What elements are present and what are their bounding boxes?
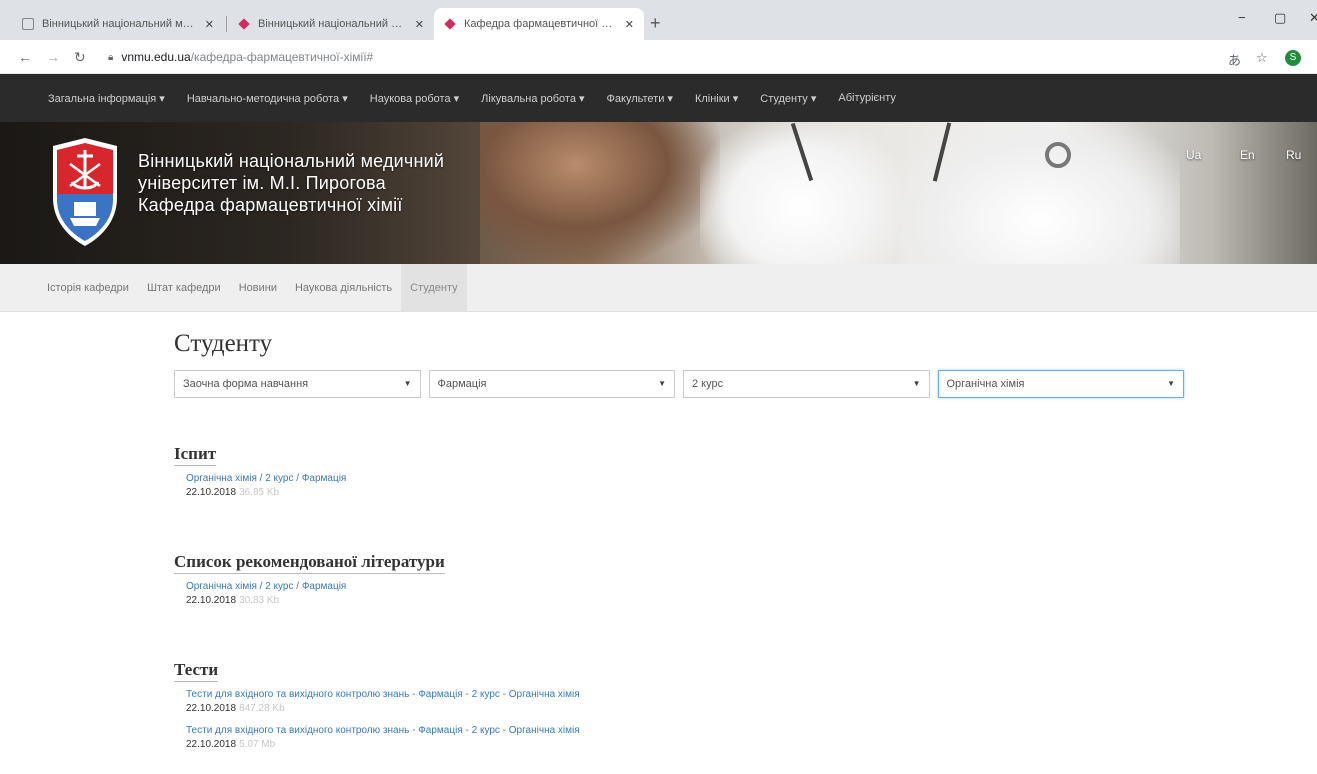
site-banner: Вінницький національний медичний універс… (0, 122, 1317, 264)
document-meta: 22.10.2018 30.83 Kb (186, 594, 445, 608)
close-icon[interactable]: ✕ (415, 18, 424, 31)
document-size: 5.07 Mb (239, 739, 276, 750)
section-tests: Тести Тести для вхідного та вихідного ко… (174, 660, 580, 760)
document-size: 30.83 Kb (239, 595, 280, 606)
translate-icon[interactable]: あ (1228, 50, 1241, 69)
lang-ru[interactable]: Ru (1286, 148, 1301, 162)
subnav-news[interactable]: Новини (230, 264, 286, 311)
url-host: vnmu.edu.ua (121, 50, 191, 64)
url-path: /кафедра-фармацевтичної-хімії# (190, 50, 374, 64)
select-value: Фармація (437, 378, 487, 390)
document-date: 22.10.2018 (186, 595, 237, 606)
lang-ua[interactable]: Ua (1186, 148, 1201, 162)
study-form-select[interactable]: Заочна форма навчання ▼ (174, 370, 421, 398)
site-title-line: Вінницький національний медичний (138, 151, 445, 171)
dropdown-arrow-icon: ▼ (1167, 379, 1175, 388)
department-subnav: Історія кафедри Штат кафедри Новини Наук… (0, 264, 1317, 312)
tab-separator (226, 16, 227, 32)
lock-icon[interactable]: 🔒︎ (108, 52, 113, 63)
nav-students[interactable]: Студенту ▾ (760, 92, 816, 105)
dropdown-arrow-icon: ▼ (658, 379, 666, 388)
nav-clinics[interactable]: Клініки ▾ (695, 92, 738, 105)
tab-title: Вінницький національний медичний універс… (42, 18, 197, 30)
close-icon[interactable]: ✕ (625, 18, 634, 31)
maximize-icon[interactable]: ▢ (1274, 10, 1286, 26)
section-title: Список рекомендованої літератури (174, 552, 445, 574)
subnav-history[interactable]: Історія кафедри (38, 264, 138, 311)
document-link[interactable]: Органічна хімія / 2 курс / Фармація (186, 472, 346, 486)
document-item: Тести для вхідного та вихідного контролю… (186, 724, 580, 752)
browser-toolbar: ← → ↻ 🔒︎ vnmu.edu.ua/кафедра-фармацевтич… (0, 40, 1317, 74)
specialty-select[interactable]: Фармація ▼ (428, 370, 675, 398)
site-favicon-icon (238, 18, 250, 30)
close-window-icon[interactable]: ✕ (1309, 10, 1317, 26)
forward-icon[interactable]: → (46, 49, 60, 65)
subnav-research[interactable]: Наукова діяльність (286, 264, 401, 311)
nav-clinical-work[interactable]: Лікувальна робота ▾ (481, 92, 584, 105)
document-link[interactable]: Тести для вхідного та вихідного контролю… (186, 688, 580, 702)
browser-tab-strip: Вінницький національний медичний універс… (0, 0, 1317, 40)
document-item: Органічна хімія / 2 курс / Фармація 22.1… (186, 472, 346, 500)
new-tab-icon[interactable]: + (650, 13, 661, 34)
document-size: 36.85 Kb (239, 487, 280, 498)
minimize-icon[interactable]: − (1238, 10, 1246, 25)
reload-icon[interactable]: ↻ (74, 49, 86, 66)
site-title[interactable]: Вінницький національний медичний універс… (138, 150, 444, 216)
dropdown-arrow-icon: ▼ (912, 379, 921, 388)
nav-teaching-methodical[interactable]: Навчально-методична робота ▾ (187, 92, 348, 105)
nav-research[interactable]: Наукова робота ▾ (370, 92, 459, 105)
main-content: Студенту Заочна форма навчання ▼ Фармаці… (174, 330, 1184, 750)
stethoscope-image (1045, 142, 1071, 168)
back-icon[interactable]: ← (18, 49, 32, 65)
document-link[interactable]: Органічна хімія / 2 курс / Фармація (186, 580, 445, 594)
document-date: 22.10.2018 (186, 739, 237, 750)
browser-tab-3-active[interactable]: Кафедра фармацевтичної хімії ✕ (434, 8, 644, 40)
document-link[interactable]: Тести для вхідного та вихідного контролю… (186, 724, 580, 738)
section-recommended-literature: Список рекомендованої літератури Органіч… (174, 552, 445, 616)
page-icon (22, 18, 34, 30)
document-size: 847.28 Kb (239, 703, 285, 714)
main-navigation: Загальна інформація ▾ Навчально-методичн… (0, 74, 1317, 122)
document-meta: 22.10.2018 36.85 Kb (186, 486, 346, 500)
document-meta: 22.10.2018 5.07 Mb (186, 738, 580, 752)
site-favicon-icon (444, 18, 456, 30)
address-bar[interactable]: 🔒︎ vnmu.edu.ua/кафедра-фармацевтичної-хі… (108, 46, 1208, 68)
banner-photo-hand (480, 122, 720, 264)
subnav-staff[interactable]: Штат кафедри (138, 264, 230, 311)
select-value: Заочна форма навчання (183, 378, 309, 390)
document-date: 22.10.2018 (186, 487, 237, 498)
document-item: Органічна хімія / 2 курс / Фармація 22.1… (186, 580, 445, 608)
select-value: 2 курс (692, 378, 724, 390)
tab-title: Вінницький національний медичний універс… (258, 18, 407, 30)
nav-faculties[interactable]: Факультети ▾ (607, 92, 673, 105)
page-title: Студенту (174, 330, 273, 357)
nav-applicants[interactable]: Абітурієнту (838, 92, 896, 104)
filter-bar: Заочна форма навчання ▼ Фармація ▼ 2 кур… (174, 370, 1184, 398)
lang-en[interactable]: En (1240, 148, 1255, 162)
section-title: Іспит (174, 444, 217, 466)
dropdown-arrow-icon: ▼ (403, 379, 412, 388)
select-value: Органічна хімія (946, 378, 1025, 390)
bookmark-star-icon[interactable]: ☆ (1256, 50, 1268, 66)
subject-select[interactable]: Органічна хімія ▼ (937, 370, 1184, 398)
document-date: 22.10.2018 (186, 703, 237, 714)
university-crest-logo[interactable] (48, 136, 122, 248)
site-title-line: університет ім. М.І. Пирогова (138, 173, 386, 193)
profile-avatar[interactable]: S (1285, 50, 1301, 66)
document-item: Тести для вхідного та вихідного контролю… (186, 688, 580, 716)
browser-tab-2[interactable]: Вінницький національний медичний універс… (228, 8, 434, 40)
department-name: Кафедра фармацевтичної хімії (138, 195, 403, 215)
section-exam: Іспит Органічна хімія / 2 курс / Фармаці… (174, 444, 346, 508)
browser-tab-1[interactable]: Вінницький національний медичний універс… (12, 8, 224, 40)
tab-title: Кафедра фармацевтичної хімії (464, 18, 617, 30)
course-select[interactable]: 2 курс ▼ (683, 370, 930, 398)
document-meta: 22.10.2018 847.28 Kb (186, 702, 580, 716)
section-title: Тести (174, 660, 219, 682)
nav-general-info[interactable]: Загальна інформація ▾ (48, 92, 165, 105)
close-icon[interactable]: ✕ (205, 18, 214, 31)
subnav-students[interactable]: Студенту (401, 264, 467, 311)
